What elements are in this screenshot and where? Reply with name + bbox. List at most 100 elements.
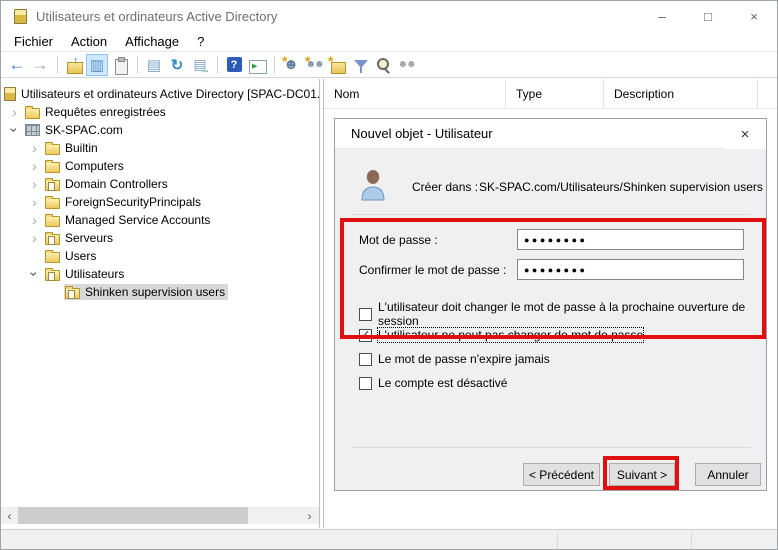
chevron-glyph: › xyxy=(27,272,41,277)
checkbox-unchecked-icon[interactable] xyxy=(359,377,372,390)
chevron-glyph: › xyxy=(32,195,37,209)
chevron-collapsed-icon[interactable]: › xyxy=(25,213,44,227)
ou-icon xyxy=(45,270,60,281)
tree-item-users[interactable]: Users xyxy=(1,247,319,265)
tree-item-computers[interactable]: › Computers xyxy=(1,157,319,175)
tree-item-label: Shinken supervision users xyxy=(85,285,225,299)
tree-item-requ-tes-enregistr-es[interactable]: › Requêtes enregistrées xyxy=(1,103,319,121)
checkbox-label: L'utilisateur ne peut pas changer de mot… xyxy=(378,328,643,342)
chevron-collapsed-icon[interactable]: › xyxy=(25,159,44,173)
find-icon[interactable] xyxy=(372,54,394,76)
help-icon[interactable] xyxy=(223,54,245,76)
checkbox-checked-icon[interactable]: ✓ xyxy=(359,329,372,342)
tree-item-managed-service-accounts[interactable]: › Managed Service Accounts xyxy=(1,211,319,229)
tree-item-content: Computers xyxy=(44,158,127,174)
scrollbar-thumb[interactable] xyxy=(18,507,248,524)
new-user-icon[interactable] xyxy=(280,54,302,76)
menu-item-fichier[interactable]: Fichier xyxy=(5,34,62,49)
toolbar-separator xyxy=(137,56,138,74)
chevron-glyph: › xyxy=(7,128,21,133)
checkbox-row-le-mot-de-passe-n-expire-jamais[interactable]: Le mot de passe n'expire jamais xyxy=(359,352,550,366)
forward-icon[interactable] xyxy=(29,54,51,76)
tree-item-shinken-supervision-users[interactable]: Shinken supervision users xyxy=(1,283,319,301)
cancel-button[interactable]: Annuler xyxy=(695,463,761,486)
tree-item-label: Requêtes enregistrées xyxy=(45,105,166,119)
chevron-glyph: › xyxy=(32,159,37,173)
tree-item-label: Managed Service Accounts xyxy=(65,213,210,227)
back-icon[interactable] xyxy=(6,54,28,76)
maximize-icon[interactable]: □ xyxy=(685,1,731,31)
new-group-icon[interactable] xyxy=(303,54,325,76)
confirm-password-input[interactable]: ●●●●●●●● xyxy=(517,259,744,280)
tree-item-serveurs[interactable]: ›Serveurs xyxy=(1,229,319,247)
menu-item-affichage[interactable]: Affichage xyxy=(116,34,188,49)
statusbar-divider xyxy=(557,532,558,549)
new-org-unit-icon[interactable] xyxy=(326,54,348,76)
chevron-collapsed-icon[interactable]: › xyxy=(25,141,44,155)
show-console-tree-icon[interactable] xyxy=(86,54,108,76)
chevron-collapsed-icon[interactable]: › xyxy=(25,231,44,245)
user-person-icon xyxy=(357,167,389,206)
menu-item-action[interactable]: Action xyxy=(62,34,116,49)
folder-icon xyxy=(45,198,60,209)
tree-item-foreignsecurityprincipals[interactable]: › ForeignSecurityPrincipals xyxy=(1,193,319,211)
chevron-collapsed-icon[interactable]: › xyxy=(25,195,44,209)
chevron-expanded-icon[interactable]: › xyxy=(5,123,24,137)
checkbox-unchecked-icon[interactable] xyxy=(359,353,372,366)
list-column-headers: NomTypeDescription xyxy=(324,79,778,109)
export-list-icon[interactable] xyxy=(189,54,211,76)
next-button[interactable]: Suivant > xyxy=(609,463,675,486)
ou-icon xyxy=(65,288,80,299)
tree-item-domain-controllers[interactable]: › Domain Controllers xyxy=(1,175,319,193)
horizontal-scrollbar[interactable]: ‹ › xyxy=(1,507,320,524)
menu-item-[interactable]: ? xyxy=(188,34,213,49)
minimize-icon[interactable]: – xyxy=(639,1,685,31)
tree-item-utilisateurs[interactable]: › Utilisateurs xyxy=(1,265,319,283)
list-properties-icon[interactable] xyxy=(143,54,165,76)
password-input[interactable]: ●●●●●●●● xyxy=(517,229,744,250)
close-icon[interactable]: × xyxy=(731,1,777,31)
chevron-glyph: › xyxy=(32,177,37,191)
column-header-type[interactable]: Type xyxy=(506,79,604,108)
scroll-right-icon[interactable]: › xyxy=(301,507,318,524)
column-header-description[interactable]: Description xyxy=(604,79,758,108)
tree-item-content: Builtin xyxy=(44,140,101,156)
console-tree-panel: Utilisateurs et ordinateurs Active Direc… xyxy=(1,79,320,528)
refresh-icon[interactable] xyxy=(166,54,188,76)
tree-item-utilisateurs-et-ordinateurs-active-directory-spac-dc01[interactable]: Utilisateurs et ordinateurs Active Direc… xyxy=(1,85,319,103)
checkbox-label: Le mot de passe n'expire jamais xyxy=(378,352,550,366)
toolbar-separator xyxy=(274,56,275,74)
checkbox-row-le-compte-est-d-sactiv[interactable]: Le compte est désactivé xyxy=(359,376,507,390)
checkbox-row-l-utilisateur-doit-changer-le-mot-de-pas[interactable]: L'utilisateur doit changer le mot de pas… xyxy=(359,300,766,328)
scroll-left-icon[interactable]: ‹ xyxy=(1,507,18,524)
chevron-expanded-icon[interactable]: › xyxy=(25,267,44,281)
show-window-icon[interactable] xyxy=(246,54,268,76)
previous-button[interactable]: < Précédent xyxy=(523,463,600,486)
create-in-label: Créer dans : xyxy=(412,180,478,194)
tree-item-content: Domain Controllers xyxy=(44,176,171,192)
filter-users-icon[interactable] xyxy=(395,54,417,76)
up-level-icon[interactable] xyxy=(63,54,85,76)
checkbox-unchecked-icon[interactable] xyxy=(359,308,372,321)
checkbox-row-l-utilisateur-ne-peut-pas-changer-de-mot[interactable]: ✓ L'utilisateur ne peut pas changer de mo… xyxy=(359,328,643,342)
filter-icon[interactable] xyxy=(349,54,371,76)
tree-item-label: Utilisateurs xyxy=(65,267,124,281)
clipboard-icon[interactable] xyxy=(109,54,131,76)
checkbox-label: L'utilisateur doit changer le mot de pas… xyxy=(378,300,766,328)
tree-item-content: Users xyxy=(44,248,99,264)
console-icon xyxy=(4,87,16,101)
chevron-collapsed-icon[interactable]: › xyxy=(25,177,44,191)
tree-item-builtin[interactable]: ›Builtin xyxy=(1,139,319,157)
chevron-glyph: › xyxy=(32,231,37,245)
dialog-separator-bottom xyxy=(352,447,750,448)
tree-item-label: Utilisateurs et ordinateurs Active Direc… xyxy=(21,87,320,101)
column-header-nom[interactable]: Nom xyxy=(324,79,506,108)
tree-item-content: Managed Service Accounts xyxy=(44,212,213,228)
tree-item-label: ForeignSecurityPrincipals xyxy=(65,195,201,209)
dialog-close-icon[interactable]: × xyxy=(724,119,766,149)
chevron-collapsed-icon[interactable]: › xyxy=(5,105,24,119)
tree-item-label: SK-SPAC.com xyxy=(45,123,123,137)
tree-item-sk-spac-com[interactable]: › SK-SPAC.com xyxy=(1,121,319,139)
ou-icon xyxy=(45,180,60,191)
chevron-glyph: › xyxy=(12,105,17,119)
